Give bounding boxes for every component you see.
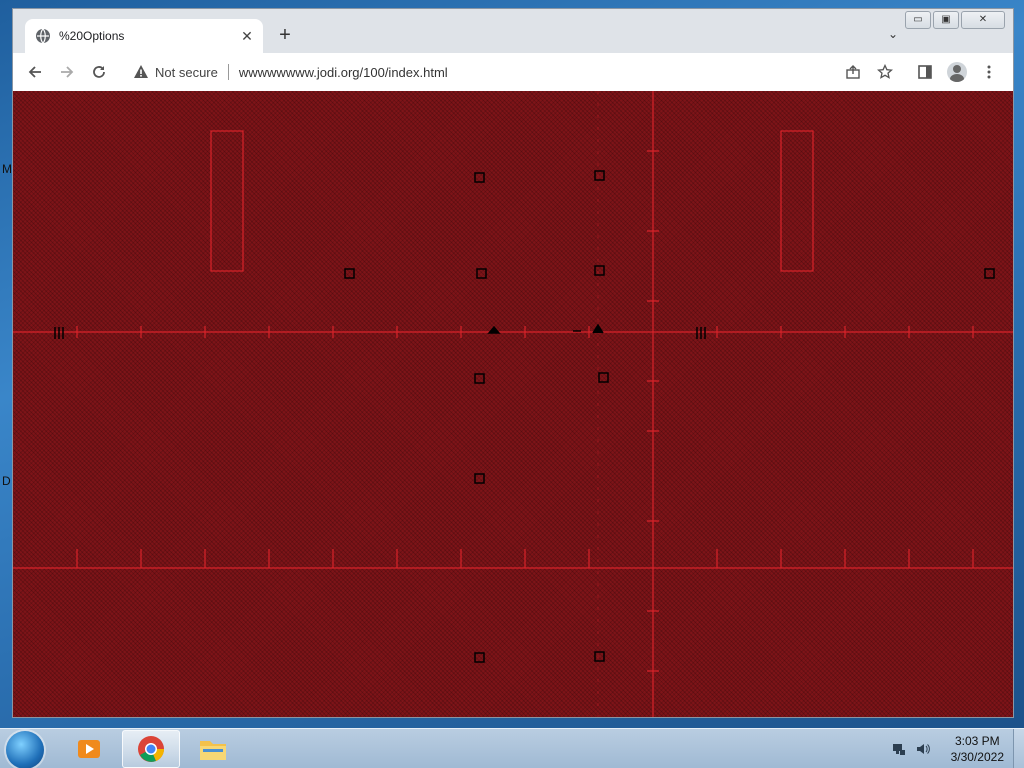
side-panel-icon[interactable] [915, 62, 935, 82]
tab-options[interactable]: %20Options ✕ [25, 19, 263, 53]
file-explorer-icon[interactable] [184, 730, 242, 768]
reload-icon[interactable] [89, 62, 109, 82]
marker-8 [598, 372, 609, 383]
tab-strip: %20Options ✕ + ⌄ ▭ ▣ ✕ [13, 9, 1013, 53]
tab-title: %20Options [59, 29, 125, 43]
desktop-icon-label-m: M [2, 162, 12, 176]
clock-date: 3/30/2022 [950, 750, 1004, 764]
kebab-menu-icon[interactable] [979, 62, 999, 82]
minimize-button[interactable]: ▭ [905, 11, 931, 29]
jodi-artwork [13, 91, 1013, 717]
marker-10 [474, 652, 485, 663]
clock-time: 3:03 PM [954, 734, 1000, 748]
browser-toolbar: Not secure wwwwwwww.jodi.org/100/index.h… [13, 53, 1013, 92]
artwork-red-lines [13, 91, 1013, 717]
marker-6 [984, 268, 995, 279]
artwork-black-marks [54, 170, 995, 663]
system-tray: 3:03 PM 3/30/2022 [891, 731, 1008, 767]
new-tab-button[interactable]: + [275, 25, 295, 45]
url-text[interactable]: wwwwwwww.jodi.org/100/index.html [239, 65, 448, 80]
security-label[interactable]: Not secure [155, 65, 218, 80]
show-desktop-button[interactable] [1013, 729, 1024, 768]
taskbar: 3:03 PM 3/30/2022 [0, 728, 1024, 768]
share-icon[interactable] [843, 62, 863, 82]
speaker-icon[interactable] [915, 741, 931, 757]
tab-search-icon[interactable]: ⌄ [885, 27, 901, 43]
maximize-button[interactable]: ▣ [933, 11, 959, 29]
profile-icon[interactable] [947, 62, 967, 82]
tab-close-icon[interactable]: ✕ [239, 28, 255, 44]
marker-9 [474, 473, 485, 484]
media-player-icon[interactable] [60, 730, 118, 768]
avatar [947, 62, 967, 82]
marker-3 [344, 268, 355, 279]
back-arrow-icon[interactable] [25, 62, 45, 82]
marker-11 [594, 651, 605, 662]
start-button[interactable] [6, 731, 44, 768]
chrome-icon[interactable] [122, 730, 180, 768]
axis-ticks-bottom [76, 549, 974, 568]
marker-7 [474, 373, 485, 384]
omnibox-divider [227, 64, 229, 80]
clock[interactable]: 3:03 PM 3/30/2022 [951, 733, 1004, 765]
red-rect-left [210, 130, 244, 272]
page-canvas[interactable] [13, 91, 1013, 717]
browser-window: %20Options ✕ + ⌄ ▭ ▣ ✕ Not secure wwwwww… [12, 8, 1014, 718]
network-icon[interactable] [891, 741, 907, 757]
star-icon[interactable] [875, 62, 895, 82]
black-bar-marks [54, 327, 706, 339]
warning-triangle-icon[interactable] [133, 64, 149, 80]
marker-5 [594, 265, 605, 276]
red-rect-right [780, 130, 814, 272]
window-controls: ▭ ▣ ✕ [905, 11, 1005, 29]
address-bar[interactable]: Not secure wwwwwwww.jodi.org/100/index.h… [123, 57, 843, 87]
marker-2 [594, 170, 605, 181]
marker-1 [474, 172, 485, 183]
marker-4 [476, 268, 487, 279]
desktop-icon-label-d: D [2, 474, 11, 488]
close-window-button[interactable]: ✕ [961, 11, 1005, 29]
globe-icon [35, 28, 51, 44]
forward-arrow-icon[interactable] [57, 62, 77, 82]
